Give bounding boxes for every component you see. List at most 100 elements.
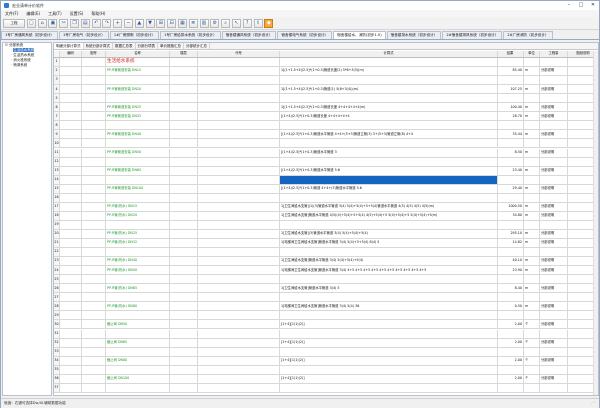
resize-grip-icon[interactable]: ⋰: [591, 400, 599, 408]
code-name-cell[interactable]: [198, 211, 280, 220]
item-name[interactable]: [106, 175, 170, 184]
quantity-cell[interactable]: [540, 329, 568, 338]
code-name-cell[interactable]: [198, 293, 280, 302]
drawing-cell[interactable]: [82, 148, 106, 157]
table-row[interactable]: 35: [54, 365, 598, 375]
table-row[interactable]: 28 PP-R管(热水) DN80 1[电梯间卫生间给水支管]管道水平管道 3(4)…: [54, 302, 598, 312]
unit-cell[interactable]: [524, 275, 540, 284]
item-name[interactable]: PP-R管(热水) DN40: [106, 257, 170, 266]
code-cell[interactable]: [60, 193, 82, 202]
result-cell[interactable]: 40.10: [498, 257, 524, 266]
project-tab-0[interactable]: 1号厂房通风系统（初步设计）: [1, 31, 59, 39]
drawing-cell[interactable]: [82, 257, 106, 266]
drawing-cell[interactable]: [82, 356, 106, 365]
quantity-cell[interactable]: [540, 139, 568, 148]
result-cell[interactable]: 8.50: [498, 148, 524, 157]
code-cell[interactable]: [60, 302, 82, 311]
unit-cell[interactable]: [524, 58, 540, 67]
report-icon[interactable]: ≣: [188, 18, 198, 28]
item-name[interactable]: PP-R管(热水) DN15: [106, 202, 170, 211]
maximize-button[interactable]: □: [575, 1, 587, 10]
table-row[interactable]: 24 PP-R管(热水) DN50 1[电梯间卫生间给水支管]管道水平管道 3(4)…: [54, 266, 598, 276]
result-cell[interactable]: [498, 383, 524, 392]
drawing-cell[interactable]: [82, 175, 106, 184]
floor-cell[interactable]: [170, 229, 198, 238]
floor-cell[interactable]: [170, 248, 198, 257]
search-icon[interactable]: ⌕: [221, 18, 231, 28]
formula-cell[interactable]: [280, 94, 498, 103]
formula-cell[interactable]: [1+4][1(1)(2)]: [280, 320, 498, 329]
item-name[interactable]: [106, 76, 170, 85]
sub-tab-5[interactable]: 分部统计汇总: [184, 43, 210, 49]
insert-row-icon[interactable]: +: [113, 18, 123, 28]
formula-cell[interactable]: [1+4][1(1)(2)]: [280, 374, 498, 383]
code-name-cell[interactable]: [198, 374, 280, 383]
table-row[interactable]: 25: [54, 275, 598, 285]
table-row[interactable]: 31: [54, 329, 598, 339]
table-row[interactable]: 4 PP-R管管道安装 DN20 1[(1+1.5+4)/2.5]*(1+0.3)管…: [54, 85, 598, 95]
drawing-cell[interactable]: [82, 248, 106, 257]
code-cell[interactable]: [60, 94, 82, 103]
result-cell[interactable]: 2.00: [498, 356, 524, 365]
drawing-cell[interactable]: [82, 383, 106, 392]
project-tab-3[interactable]: 1号厂房给排水系统（初步设计）: [160, 31, 221, 39]
quantity-cell[interactable]: 分部说明: [540, 302, 568, 311]
drawing-cell[interactable]: [82, 121, 106, 130]
table-row[interactable]: 1 生活给水系统: [54, 58, 598, 68]
drawing-cell[interactable]: [82, 275, 106, 284]
table-row[interactable]: 32 截止阀 DN65 [1+4][1(1)(2)] 2.00 个分部说明: [54, 338, 598, 348]
drawing-cell[interactable]: [82, 374, 106, 383]
column-header[interactable]: 图号: [82, 51, 106, 57]
table-row[interactable]: 29: [54, 311, 598, 321]
pointer-icon[interactable]: ↖: [231, 18, 241, 28]
drawing-cell[interactable]: [82, 76, 106, 85]
formula-cell[interactable]: 1[(1+1.5+4)/2.5]*(1+0.3)管道(1) 5(6+3(4))(…: [280, 85, 498, 94]
table-row[interactable]: 33: [54, 347, 598, 357]
drawing-cell[interactable]: [82, 239, 106, 248]
quantity-cell[interactable]: [540, 383, 568, 392]
code-name-cell[interactable]: [198, 311, 280, 320]
code-name-cell[interactable]: [198, 239, 280, 248]
code-cell[interactable]: [60, 365, 82, 374]
column-header[interactable]: 楼层: [170, 51, 198, 57]
formula-cell[interactable]: 1[电梯间卫生间给水支管]管道水平管道 3(4) 5(4) 36: [280, 302, 498, 311]
code-name-cell[interactable]: [198, 329, 280, 338]
quantity-cell[interactable]: [540, 293, 568, 302]
help-icon[interactable]: ?: [242, 18, 252, 28]
code-name-cell[interactable]: [198, 85, 280, 94]
code-name-cell[interactable]: [198, 193, 280, 202]
drawing-cell[interactable]: [82, 157, 106, 166]
quantity-cell[interactable]: 分部说明: [540, 112, 568, 121]
floor-cell[interactable]: [170, 302, 198, 311]
code-name-cell[interactable]: [198, 121, 280, 130]
code-cell[interactable]: [60, 347, 82, 356]
result-cell[interactable]: [498, 121, 524, 130]
quantity-cell[interactable]: 分部说明: [540, 266, 568, 275]
drawing-cell[interactable]: [82, 94, 106, 103]
project-tool-button[interactable]: 工程: [3, 18, 25, 28]
project-tab-9[interactable]: 2#厂房消防（初步设计）: [503, 31, 553, 39]
quantity-cell[interactable]: 分部说明: [540, 166, 568, 175]
floor-cell[interactable]: [170, 356, 198, 365]
formula-cell[interactable]: 1[电梯间卫生间给水支管]管道水平管道 3(4) 5(4)+5+5(4) 8(4…: [280, 239, 498, 248]
table-row[interactable]: 14: [54, 175, 598, 185]
code-cell[interactable]: [60, 374, 82, 383]
menu-item-0[interactable]: 文件(F): [1, 11, 22, 17]
result-cell[interactable]: 2.00: [498, 338, 524, 347]
item-name[interactable]: 截止阀 DN65: [106, 338, 170, 347]
formula-cell[interactable]: [1+4][1(1)(2)]: [280, 356, 498, 365]
unit-cell[interactable]: [524, 193, 540, 202]
code-name-cell[interactable]: [198, 365, 280, 374]
code-name-cell[interactable]: [198, 157, 280, 166]
unit-cell[interactable]: [524, 311, 540, 320]
project-tab-2[interactable]: 1#厂房照明（初步设计）: [109, 31, 160, 39]
unit-cell[interactable]: [524, 175, 540, 184]
code-cell[interactable]: [60, 112, 82, 121]
formula-cell[interactable]: 1[(1+1.5+4)/2.5]*(1+0.3)管道长度(2) 5*6+3(5)…: [280, 67, 498, 76]
result-cell[interactable]: 85.40: [498, 67, 524, 76]
unit-cell[interactable]: [524, 94, 540, 103]
code-name-cell[interactable]: [198, 257, 280, 266]
drawing-cell[interactable]: [82, 320, 106, 329]
unit-cell[interactable]: [524, 121, 540, 130]
quantity-cell[interactable]: 分部说明: [540, 320, 568, 329]
